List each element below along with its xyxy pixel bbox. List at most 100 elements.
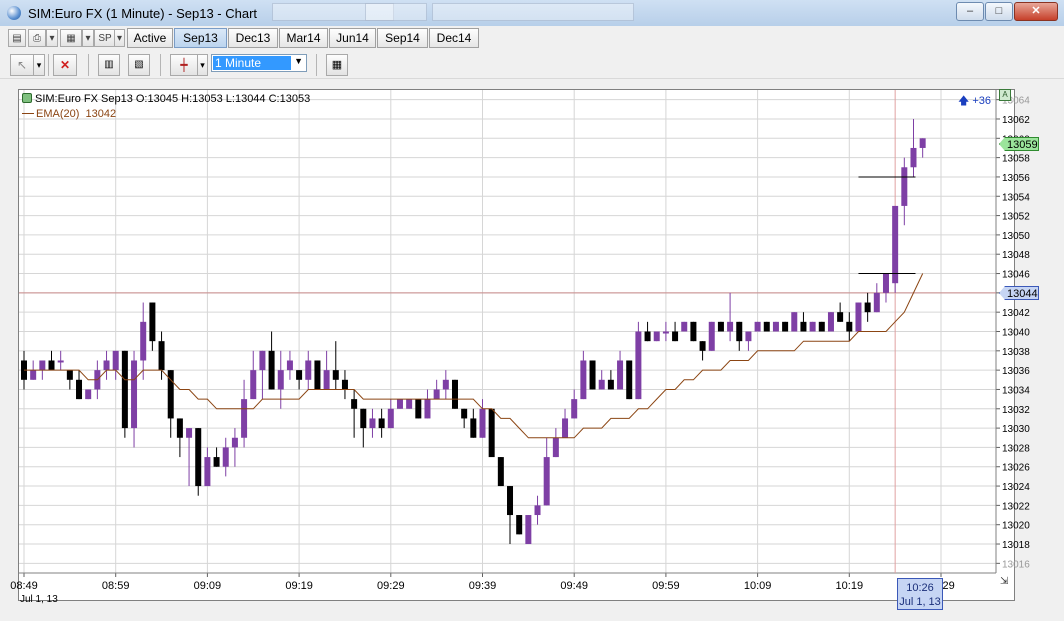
y-tick-label: 13024 bbox=[1002, 482, 1030, 493]
candle-body bbox=[406, 399, 413, 409]
candle-body bbox=[873, 292, 880, 313]
candle-body bbox=[699, 341, 706, 351]
candle bbox=[259, 350, 266, 400]
candle-body bbox=[121, 350, 128, 429]
candle-body bbox=[681, 321, 688, 332]
candle bbox=[351, 389, 358, 438]
candle bbox=[745, 331, 752, 351]
y-tick-label: 13046 bbox=[1002, 270, 1030, 281]
x-tick-label: 09:29 bbox=[377, 580, 405, 592]
candle bbox=[442, 370, 449, 400]
candle-body bbox=[103, 360, 110, 371]
candle bbox=[516, 515, 523, 535]
candle-body bbox=[39, 360, 46, 371]
candle-body bbox=[140, 321, 147, 361]
candle-body bbox=[791, 312, 798, 332]
candle bbox=[387, 399, 394, 429]
candle-body bbox=[314, 360, 321, 390]
candle bbox=[617, 350, 624, 390]
candle-body bbox=[534, 505, 541, 516]
candle-body bbox=[360, 408, 367, 429]
instrument-info: SIM:Euro FX Sep13 O:13045 H:13053 L:1304… bbox=[22, 93, 310, 105]
chart-window: SIM:Euro FX (1 Minute) - Sep13 - Chart –… bbox=[0, 0, 1064, 621]
candle-body bbox=[231, 437, 238, 448]
candle-body bbox=[296, 370, 303, 380]
candle bbox=[341, 370, 348, 400]
candle-body bbox=[268, 350, 275, 390]
resize-grip-icon[interactable]: ⇲ bbox=[1000, 576, 1008, 587]
candle-body bbox=[442, 379, 449, 390]
cursor-time: 10:26 bbox=[906, 582, 934, 594]
ema-label: EMA(20) bbox=[36, 108, 80, 120]
candle-body bbox=[818, 321, 825, 332]
candle-body bbox=[580, 360, 587, 400]
y-tick-label: 13030 bbox=[1002, 424, 1030, 435]
candle-body bbox=[222, 447, 229, 467]
instrument-ohlc: SIM:Euro FX Sep13 O:13045 H:13053 L:1304… bbox=[35, 93, 311, 105]
candle-body bbox=[910, 147, 917, 168]
arrow-up-icon: 🡅 bbox=[958, 95, 970, 107]
candle-body bbox=[451, 379, 458, 409]
candle-body bbox=[176, 418, 183, 438]
candle bbox=[717, 321, 724, 332]
candle bbox=[534, 495, 541, 525]
y-tick-label: 13018 bbox=[1002, 540, 1030, 551]
series-status-icon bbox=[22, 93, 32, 103]
candle bbox=[681, 321, 688, 332]
candle-body bbox=[479, 408, 486, 438]
x-tick-label: 09:19 bbox=[285, 580, 313, 592]
candle bbox=[176, 418, 183, 458]
candle-body bbox=[250, 370, 257, 400]
y-tick-label: 13034 bbox=[1002, 385, 1030, 396]
x-tick-label: 08:49 bbox=[10, 580, 38, 592]
candle bbox=[589, 360, 596, 390]
candle bbox=[580, 350, 587, 400]
candle bbox=[250, 350, 257, 400]
candle-body bbox=[433, 389, 440, 400]
candle bbox=[323, 350, 330, 390]
candle bbox=[314, 360, 321, 390]
candle-body bbox=[919, 138, 926, 148]
candle bbox=[66, 370, 73, 390]
candle-body bbox=[901, 167, 908, 206]
y-tick-label: 13042 bbox=[1002, 308, 1030, 319]
candle-body bbox=[736, 321, 743, 342]
x-tick-label: 09:59 bbox=[652, 580, 680, 592]
candle-body bbox=[286, 360, 293, 371]
candle-body bbox=[76, 379, 83, 400]
candle-body bbox=[846, 321, 853, 332]
candle bbox=[415, 399, 422, 419]
candle-body bbox=[30, 370, 37, 380]
candle bbox=[488, 408, 495, 458]
candle bbox=[131, 350, 138, 448]
candle bbox=[195, 428, 202, 496]
cursor-time-tag: 10:26 Jul 1, 13 bbox=[897, 578, 943, 610]
candle bbox=[112, 350, 119, 380]
candle bbox=[708, 321, 715, 351]
last-price-tag: 13059 bbox=[999, 137, 1039, 151]
candle-body bbox=[552, 437, 559, 458]
candle bbox=[48, 350, 55, 371]
candle bbox=[479, 399, 486, 438]
y-tick-label: 13038 bbox=[1002, 347, 1030, 358]
scroll-offset[interactable]: 🡅 +36 bbox=[958, 92, 991, 111]
candle bbox=[736, 321, 743, 351]
candle-body bbox=[763, 321, 770, 332]
candle bbox=[231, 428, 238, 467]
candle-body bbox=[204, 457, 211, 487]
candle bbox=[846, 312, 853, 342]
candle-body bbox=[259, 350, 266, 371]
candle-body bbox=[662, 331, 669, 334]
candle bbox=[800, 312, 807, 332]
autoscale-button[interactable]: A bbox=[999, 89, 1011, 101]
candle-body bbox=[507, 486, 514, 516]
candle bbox=[837, 302, 844, 322]
candle bbox=[369, 408, 376, 438]
candle-body bbox=[855, 302, 862, 332]
candle bbox=[470, 408, 477, 438]
candle-body bbox=[653, 331, 660, 342]
candle bbox=[525, 515, 532, 545]
candle bbox=[763, 321, 770, 332]
candle-body bbox=[195, 428, 202, 487]
ema-info: EMA(20) 13042 bbox=[22, 108, 116, 120]
